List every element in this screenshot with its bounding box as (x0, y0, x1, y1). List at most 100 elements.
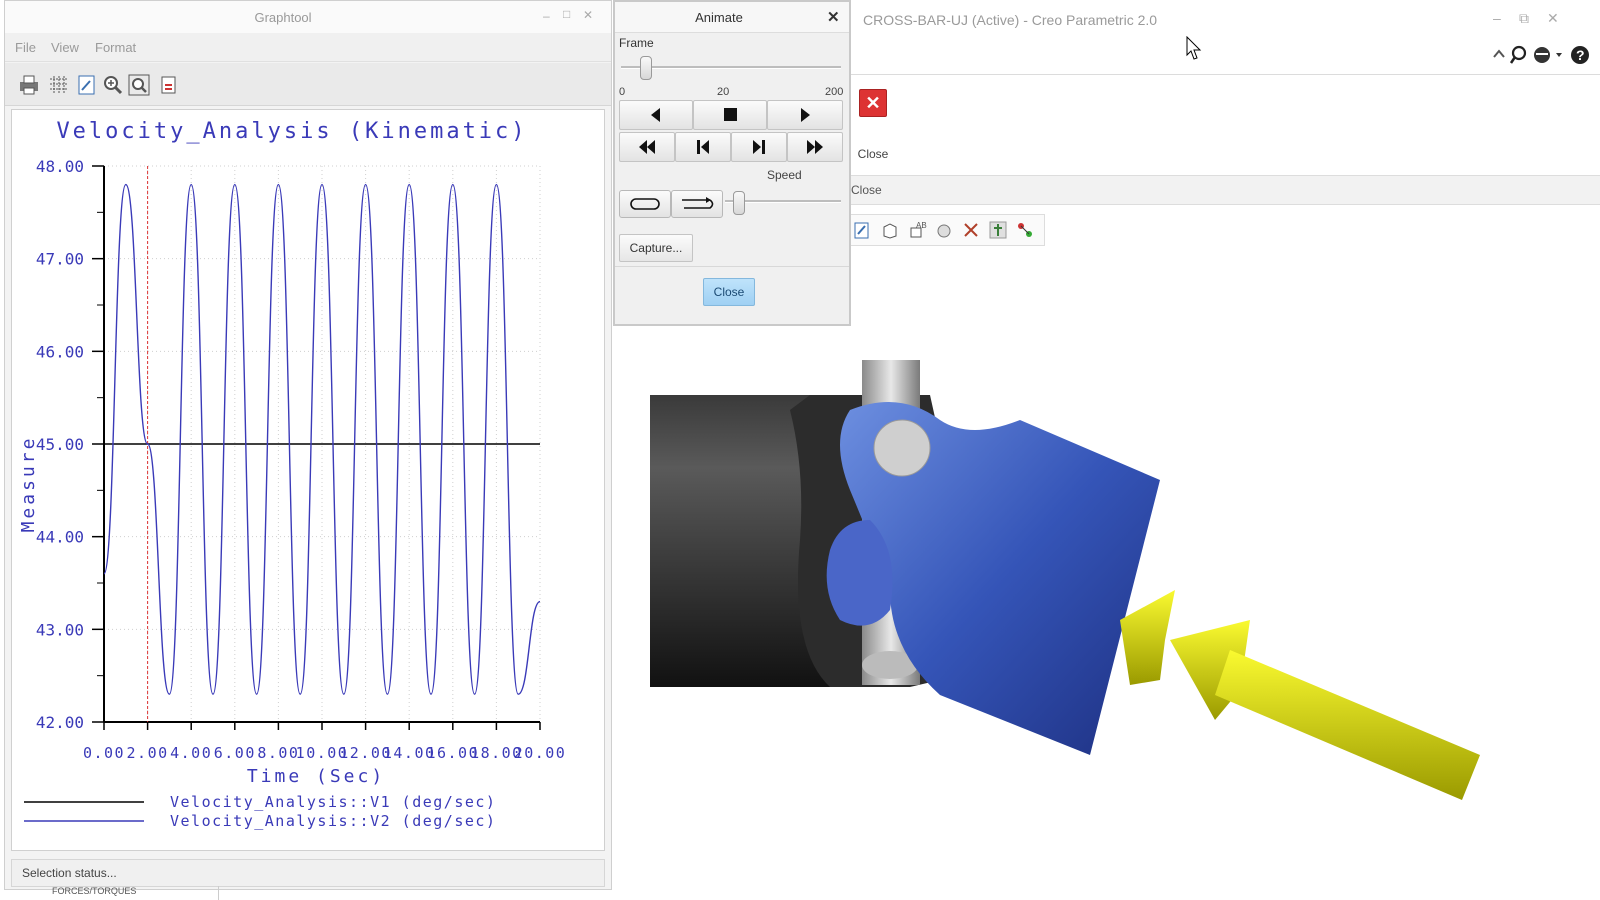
datum-display-icon[interactable] (961, 220, 981, 240)
svg-text:?: ? (1576, 47, 1585, 63)
status-bar: Selection status... (11, 859, 605, 887)
window-title: CROSS-BAR-UJ (Active) - Creo Parametric … (863, 12, 1158, 28)
x-tick-label: 20.00 (514, 744, 567, 762)
graphtool-toolbar (5, 63, 611, 106)
x-tick-label: 0.00 (83, 744, 125, 762)
export-icon[interactable] (157, 73, 181, 97)
pin-head (873, 419, 931, 477)
capture-button[interactable]: Capture... (619, 234, 693, 262)
y-tick-label: 46.00 (36, 342, 84, 361)
step-forward-icon (753, 140, 765, 154)
zoom-in-icon[interactable] (101, 73, 125, 97)
repeat-icon (630, 198, 660, 210)
graphtool-window: Graphtool – □ ✕ File View Format Velocit… (4, 0, 612, 890)
mouse-cursor-icon (1186, 36, 1202, 60)
y-axis-label: Measure (18, 436, 39, 533)
graphtool-maximize-button[interactable]: □ (563, 7, 570, 21)
x-tick-label: 2.00 (127, 744, 169, 762)
menu-view[interactable]: View (51, 40, 79, 55)
y-tick-label: 43.00 (36, 620, 84, 639)
help-toolbar-icons[interactable]: ? (1492, 44, 1592, 66)
reverse-mode-button[interactable] (671, 190, 723, 218)
series-v2-line (103, 183, 541, 695)
ribbon-group-bar: Close (835, 175, 1600, 205)
animate-close-button[interactable]: Close (703, 278, 755, 306)
frame-tick-mid: 20 (717, 86, 730, 98)
grid-icon[interactable] (47, 73, 71, 97)
display-style-icon[interactable] (934, 220, 954, 240)
close-window-button[interactable]: ✕ (1547, 10, 1559, 27)
main-titlebar: CROSS-BAR-UJ (Active) - Creo Parametric … (835, 0, 1600, 38)
restore-button[interactable]: ⧉ (1519, 10, 1529, 27)
stop-icon (724, 108, 737, 121)
speed-label: Speed (767, 168, 802, 182)
dialog-divider (615, 266, 849, 267)
fast-forward-button[interactable] (787, 132, 843, 162)
bottom-tab-label: FORCES/TORQUES (52, 886, 137, 896)
dropdown-icon (1556, 53, 1562, 57)
view-manager-icon[interactable]: AB (907, 220, 927, 240)
speed-slider-thumb[interactable] (733, 191, 745, 215)
print-icon[interactable] (17, 73, 41, 97)
velocity-chart: Velocity_Analysis (Kinematic) 0.00 2.00 4.0… (18, 119, 567, 830)
graphtool-minimize-button[interactable]: – (543, 9, 550, 23)
graphics-toolbar: AB (843, 214, 1045, 246)
saved-views-icon[interactable] (880, 220, 900, 240)
step-forward-button[interactable] (731, 132, 787, 162)
animate-dialog: Animate ✕ Frame 0 20 200 Speed Capture..… (613, 0, 851, 326)
legend-v1-label: Velocity_Analysis::V1 (deg/sec) (170, 793, 496, 811)
status-text: Selection status... (22, 866, 117, 880)
step-backward-button[interactable] (675, 132, 731, 162)
y-tick-label: 45.00 (36, 435, 84, 454)
model-viewport[interactable] (640, 350, 1480, 830)
animate-titlebar: Animate ✕ (615, 2, 849, 33)
y-tick-label: 44.00 (36, 528, 84, 547)
animate-close-icon[interactable]: ✕ (827, 8, 840, 26)
ribbon-close-group[interactable]: ✕ Close (855, 89, 895, 169)
animate-title: Animate (695, 10, 743, 25)
edit-icon[interactable] (75, 73, 99, 97)
menu-format[interactable]: Format (95, 40, 136, 55)
y-tick-label: 47.00 (36, 250, 84, 269)
frame-tick-min: 0 (619, 86, 626, 98)
minimize-button[interactable]: – (1493, 10, 1501, 26)
frame-slider-track[interactable] (621, 66, 841, 69)
menu-file[interactable]: File (15, 40, 36, 55)
ribbon-close-label[interactable]: Close (855, 147, 891, 161)
graphtool-titlebar: Graphtool – □ ✕ (5, 1, 611, 33)
play-forward-icon (801, 108, 810, 122)
play-forward-button[interactable] (767, 100, 843, 130)
collapse-ribbon-icon (1493, 49, 1505, 58)
graphtool-title: Graphtool (254, 10, 312, 25)
frame-tick-max: 200 (825, 86, 844, 98)
reverse-icon (682, 197, 714, 209)
frame-label: Frame (619, 36, 654, 50)
annotation-display-icon[interactable] (1015, 220, 1035, 240)
frame-slider-thumb[interactable] (640, 56, 652, 80)
bottom-tab[interactable]: FORCES/TORQUES (22, 886, 219, 900)
play-backward-icon (651, 108, 660, 122)
repeat-mode-button[interactable] (619, 190, 671, 218)
fast-forward-icon (807, 140, 823, 154)
y-tick-label: 42.00 (36, 713, 84, 732)
repaint-icon[interactable] (852, 220, 872, 240)
x-tick-label: 8.00 (257, 744, 299, 762)
x-axis-label: Time (Sec) (247, 766, 385, 787)
force-arrow-shaft (1215, 650, 1480, 800)
stop-button[interactable] (693, 100, 767, 130)
ribbon: ✕ Close Close (835, 74, 1600, 205)
spin-center-icon[interactable] (988, 220, 1008, 240)
x-tick-label: 6.00 (214, 744, 256, 762)
quick-access-icons: ? (1492, 44, 1592, 66)
close-icon[interactable]: ✕ (859, 89, 887, 117)
step-backward-icon (697, 140, 709, 154)
chart-title: Velocity_Analysis (Kinematic) (56, 119, 527, 144)
svg-text:AB: AB (916, 221, 927, 230)
graphtool-menubar: File View Format (5, 33, 611, 62)
rewind-button[interactable] (619, 132, 675, 162)
refit-icon[interactable] (127, 73, 151, 97)
graphtool-close-button[interactable]: ✕ (583, 8, 593, 22)
graph-plot-area[interactable]: Velocity_Analysis (Kinematic) 0.00 2.00 4.0… (11, 109, 605, 851)
legend-v2-label: Velocity_Analysis::V2 (deg/sec) (170, 812, 496, 830)
play-backward-button[interactable] (619, 100, 693, 130)
